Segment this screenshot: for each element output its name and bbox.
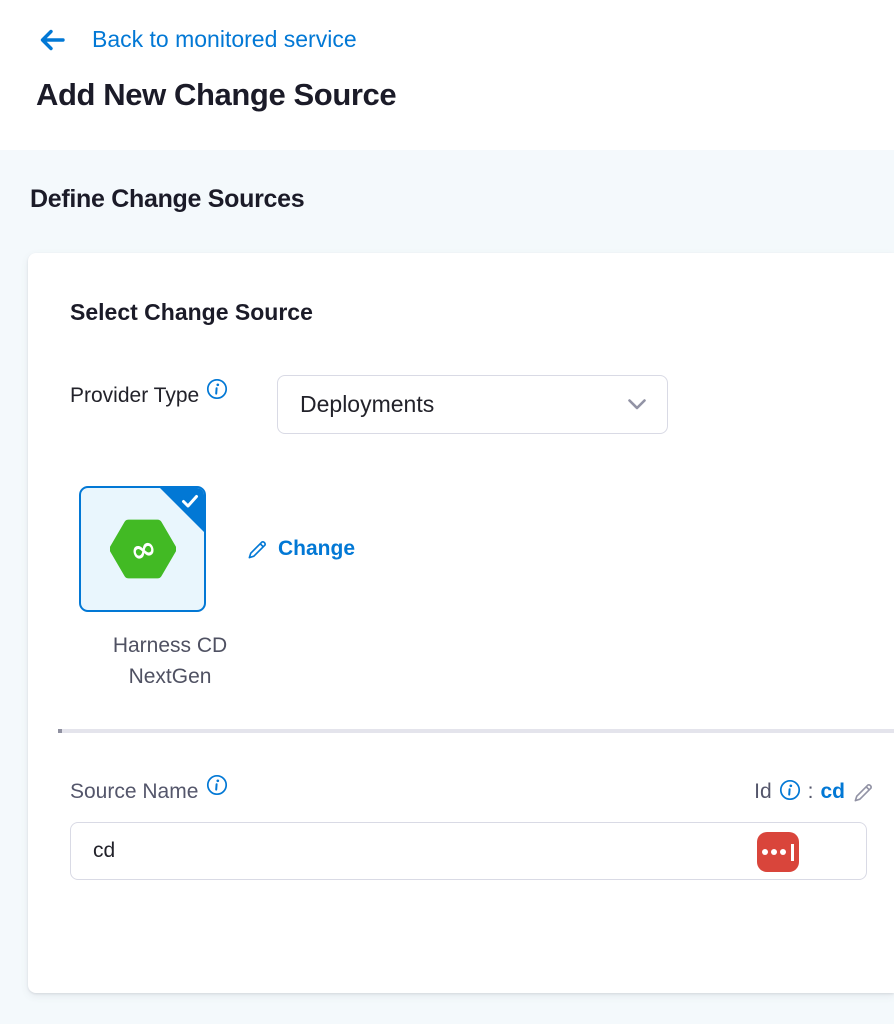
pw-caret — [791, 844, 794, 861]
provider-tile-harness-cd-nextgen[interactable]: ∞ — [79, 486, 206, 612]
provider-name: Harness CD NextGen — [62, 630, 278, 692]
info-icon[interactable] — [779, 779, 801, 801]
back-arrow-icon[interactable] — [38, 28, 66, 52]
page-title: Add New Change Source — [36, 77, 396, 113]
pw-dot — [762, 849, 768, 855]
chevron-down-icon[interactable] — [627, 398, 647, 411]
source-name-label: Source Name — [70, 780, 228, 804]
info-icon[interactable] — [206, 774, 228, 804]
edit-pencil-icon[interactable] — [246, 538, 269, 561]
pw-dot — [780, 849, 786, 855]
id-separator: : — [808, 780, 814, 804]
id-label: Id — [754, 780, 772, 804]
provider-type-label: Provider Type — [70, 384, 228, 408]
source-name-label-text: Source Name — [70, 780, 198, 804]
check-icon — [180, 492, 200, 510]
back-link[interactable]: Back to monitored service — [38, 26, 357, 53]
h-scrollbar-thumb[interactable] — [58, 729, 62, 733]
card-title: Select Change Source — [70, 299, 313, 326]
section-divider — [58, 729, 894, 733]
add-change-source-page: Back to monitored service Add New Change… — [0, 0, 894, 1024]
pw-dot — [771, 849, 777, 855]
provider-type-selected-value: Deployments — [300, 391, 627, 418]
id-value: cd — [820, 780, 845, 804]
back-link-label[interactable]: Back to monitored service — [92, 26, 357, 53]
page-header: Back to monitored service Add New Change… — [0, 0, 894, 150]
source-name-input[interactable] — [71, 823, 866, 879]
content-area: Define Change Sources Select Change Sour… — [0, 150, 894, 1024]
provider-name-line1: Harness CD — [62, 630, 278, 661]
change-link-label[interactable]: Change — [278, 537, 355, 561]
provider-type-select[interactable]: Deployments — [277, 375, 668, 434]
identifier-group: Id : cd — [754, 780, 875, 804]
source-name-input-wrap — [70, 822, 867, 880]
password-manager-icon[interactable] — [757, 832, 799, 872]
section-title: Define Change Sources — [30, 185, 304, 214]
change-source-card: Select Change Source Provider Type Deplo… — [28, 253, 894, 993]
change-provider-link[interactable]: Change — [246, 537, 355, 561]
provider-name-line2: NextGen — [62, 661, 278, 692]
edit-id-pencil-icon[interactable] — [852, 781, 875, 804]
info-icon[interactable] — [206, 378, 228, 400]
provider-type-label-text: Provider Type — [70, 384, 199, 408]
